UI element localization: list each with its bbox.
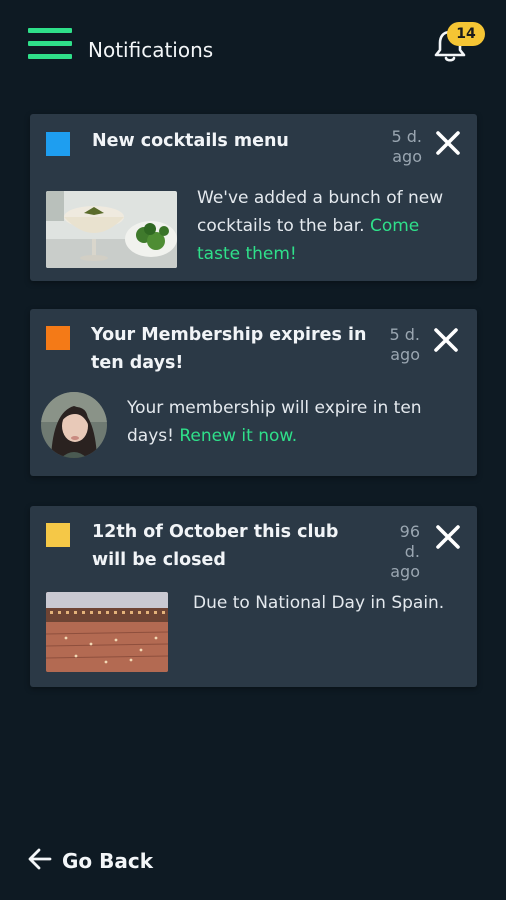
hamburger-menu-icon[interactable] (28, 26, 72, 62)
notification-time: 5 d. ago (391, 127, 422, 166)
cocktail-photo (46, 191, 177, 268)
notification-title: New cocktails menu (92, 131, 289, 151)
notification-time: 5 d. ago (389, 325, 420, 364)
notification-card[interactable]: New cocktails menu 5 d. ago We've added … (30, 114, 477, 281)
notification-body: Your membership will expire in ten days!… (127, 398, 422, 446)
notification-title: 12th of October this club will be closed (92, 522, 339, 570)
go-back-label: Go Back (62, 849, 154, 873)
notification-link[interactable]: Renew it now. (179, 426, 297, 446)
notification-card[interactable]: Your Membership expires in ten days! 5 d… (30, 309, 477, 476)
category-color-marker (46, 523, 70, 547)
notification-title: Your Membership expires in ten days! (91, 325, 367, 373)
notification-card[interactable]: 12th of October this club will be closed… (30, 506, 477, 687)
category-color-marker (46, 326, 70, 350)
close-icon[interactable] (435, 524, 461, 550)
close-icon[interactable] (435, 130, 461, 156)
notification-time: 96 d. ago (390, 522, 420, 581)
plaza-photo (46, 592, 168, 672)
go-back-button[interactable]: Go Back (28, 845, 153, 877)
page-title: Notifications (88, 38, 214, 62)
app-header: Notifications 14 (0, 0, 506, 100)
category-color-marker (46, 132, 70, 156)
close-icon[interactable] (433, 327, 459, 353)
notification-body: Due to National Day in Spain. (193, 593, 445, 613)
notification-count-badge: 14 (447, 22, 485, 46)
arrow-left-icon (28, 848, 52, 874)
notification-body: We've added a bunch of new cocktails to … (197, 188, 444, 264)
user-avatar (41, 392, 107, 458)
